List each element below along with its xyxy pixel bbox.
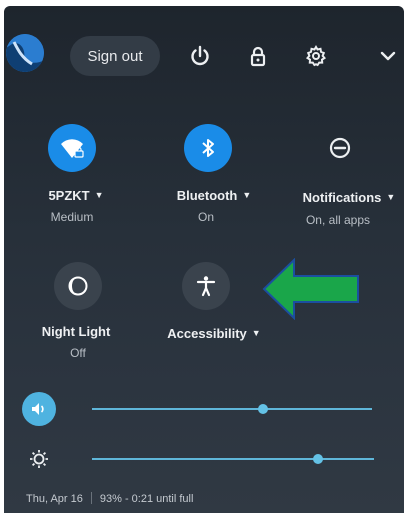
quick-settings-panel: Sign out 5PZKT ▼ Medium Bluetooth ▼ On N…: [4, 6, 404, 513]
notifications-toggle[interactable]: [316, 124, 364, 172]
network-label[interactable]: 5PZKT ▼: [48, 188, 103, 203]
avatar-image: [6, 34, 44, 72]
network-status: Medium: [50, 210, 94, 224]
lock-button[interactable]: [246, 44, 270, 68]
bluetooth-icon: [202, 139, 214, 157]
bluetooth-label[interactable]: Bluetooth ▼: [177, 188, 252, 203]
divider: [90, 492, 92, 504]
sign-out-label: Sign out: [87, 47, 143, 65]
caret-down-icon: ▼: [386, 192, 396, 202]
status-footer: Thu, Apr 16 93% - 0:21 until full: [26, 492, 193, 505]
brightness-icon: [30, 450, 48, 468]
accessibility-icon: [196, 276, 216, 297]
volume-slider[interactable]: [92, 404, 372, 414]
brightness-slider-thumb[interactable]: [312, 454, 323, 464]
night-light-toggle[interactable]: [54, 262, 102, 310]
gear-icon: [305, 45, 327, 67]
annotation-arrow-icon: [262, 258, 359, 320]
battery-status[interactable]: 93% - 0:21 until full: [100, 493, 194, 505]
brightness-slider[interactable]: [92, 454, 374, 464]
volume-slider-thumb[interactable]: [257, 404, 268, 414]
do-not-disturb-icon: [329, 137, 351, 159]
night-light-status: Off: [70, 346, 86, 360]
power-icon: [191, 45, 209, 66]
wifi-lock-icon: [61, 139, 84, 158]
bluetooth-toggle[interactable]: [184, 124, 232, 172]
lock-icon: [250, 46, 266, 67]
user-avatar[interactable]: [6, 34, 44, 72]
network-toggle[interactable]: [48, 124, 96, 172]
caret-down-icon: ▼: [242, 190, 252, 200]
notifications-status: On, all apps: [305, 213, 371, 227]
moon-icon: [68, 276, 88, 296]
settings-button[interactable]: [304, 44, 328, 68]
date-label[interactable]: Thu, Apr 16: [26, 493, 83, 505]
power-button[interactable]: [188, 44, 212, 68]
volume-mute-button[interactable]: [22, 392, 56, 426]
night-light-label[interactable]: Night Light: [42, 324, 111, 339]
caret-down-icon: ▼: [94, 190, 104, 200]
collapse-button[interactable]: [376, 44, 400, 68]
accessibility-toggle[interactable]: [182, 262, 230, 310]
chevron-down-icon: [380, 51, 396, 61]
brightness-button: [22, 442, 56, 476]
sign-out-button[interactable]: Sign out: [70, 36, 160, 76]
notifications-label[interactable]: Notifications ▼: [303, 190, 396, 205]
caret-down-icon: ▼: [251, 328, 261, 338]
bluetooth-status: On: [197, 210, 215, 224]
speaker-icon: [32, 403, 44, 415]
accessibility-label[interactable]: Accessibility ▼: [167, 326, 260, 341]
